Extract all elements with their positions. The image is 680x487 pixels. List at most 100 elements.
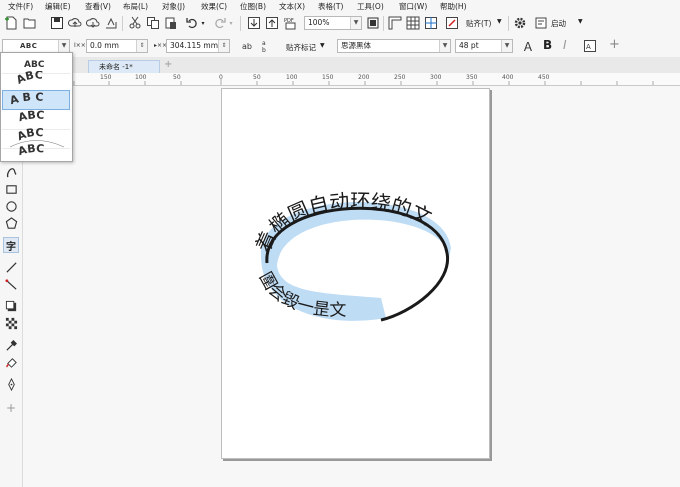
preset-item[interactable]: ABC [2, 142, 70, 162]
undo-dropdown-icon[interactable]: ▾ [199, 15, 207, 31]
options-gear-icon[interactable] [512, 15, 528, 31]
svg-text:ab: ab [242, 42, 252, 51]
preset-item[interactable]: ABC [2, 108, 70, 130]
snap-dropdown-icon[interactable]: ▼ [497, 18, 502, 25]
svg-text:ABC: ABC [16, 142, 44, 158]
paste-icon[interactable] [163, 15, 179, 31]
new-tab-icon[interactable]: + [164, 59, 172, 70]
ruler-label: 250 [394, 74, 406, 81]
menu-view[interactable]: 查看(V) [85, 1, 111, 12]
redo-dropdown-icon[interactable]: ▾ [227, 15, 235, 31]
rectangle-tool-icon[interactable] [3, 181, 19, 197]
snap-marks-dropdown-icon[interactable]: ▼ [320, 42, 325, 49]
menu-edit[interactable]: 编辑(E) [45, 1, 71, 12]
import-icon[interactable] [246, 15, 262, 31]
new-document-icon[interactable] [3, 15, 19, 31]
export-icon[interactable] [264, 15, 280, 31]
snap-to-label[interactable]: 贴齐(T) [466, 18, 491, 29]
text-icon[interactable]: Ａ [522, 38, 534, 55]
snap-marks-label[interactable]: 贴齐标记 [286, 42, 316, 53]
save-icon[interactable] [49, 15, 65, 31]
text-offset-icon: Ⅰ×× [74, 42, 86, 49]
undo-icon[interactable] [184, 15, 200, 31]
svg-text:a: a [262, 40, 266, 47]
add-button[interactable]: + [609, 37, 620, 52]
transparency-tool-icon[interactable] [3, 315, 19, 331]
mirror-horizontal-icon[interactable]: ab [240, 38, 256, 54]
preset-list-select[interactable]: ABC ▼ [2, 39, 70, 53]
cloud-download-icon[interactable] [85, 15, 101, 31]
cut-icon[interactable] [127, 15, 143, 31]
ruler-label: 50 [253, 74, 261, 81]
svg-text:b: b [262, 47, 266, 53]
ruler-label: 400 [502, 74, 514, 81]
character-format-icon[interactable]: A [582, 38, 598, 54]
menu-effects[interactable]: 效果(C) [201, 1, 227, 12]
open-folder-icon[interactable] [22, 15, 38, 31]
eyedropper-tool-icon[interactable] [3, 337, 19, 353]
menu-file[interactable]: 文件(F) [8, 1, 33, 12]
standard-toolbar: ▾ ▾ PDF 100% ▼ 贴齐(T) ▼ 启动 ▼ [0, 13, 680, 36]
menu-tools[interactable]: 工具(O) [357, 1, 384, 12]
line-tool-icon[interactable] [3, 259, 19, 275]
font-family-select[interactable]: 思源黑体 ▼ [337, 39, 451, 53]
drop-shadow-tool-icon[interactable] [3, 298, 19, 314]
distance-from-path-input[interactable]: 304.115 mm ⇕ [166, 39, 230, 53]
rulers-icon[interactable] [387, 15, 403, 31]
cloud-upload-icon[interactable] [67, 15, 83, 31]
toolbox: 字 + [0, 160, 23, 487]
menu-help[interactable]: 帮助(H) [440, 1, 467, 12]
ellipse-tool-icon[interactable] [3, 198, 19, 214]
document-tab-bar: 未命名 -1* + [0, 57, 680, 73]
horizontal-ruler[interactable]: 150 100 50 0 50 100 150 200 250 300 350 … [14, 73, 680, 86]
grid-icon[interactable] [405, 15, 421, 31]
svg-text:A B C: A B C [8, 91, 43, 107]
ruler-label: 450 [538, 74, 550, 81]
menu-object[interactable]: 对象(J) [162, 1, 185, 12]
preset-item-selected[interactable]: A B C [2, 90, 70, 110]
svg-text:A: A [586, 43, 591, 51]
menu-bar: 文件(F) 编辑(E) 查看(V) 布局(L) 对象(J) 效果(C) 位图(B… [0, 0, 680, 14]
redo-icon[interactable] [212, 15, 228, 31]
tab-document[interactable]: 未命名 -1* [88, 60, 160, 73]
ruler-label: 100 [286, 74, 298, 81]
italic-button[interactable]: I [563, 38, 567, 52]
pdf-export-icon[interactable]: PDF [283, 15, 299, 31]
preset-item[interactable]: ABC [2, 68, 70, 92]
text-tool-icon[interactable]: 字 [3, 237, 19, 253]
property-bar: ABC ▼ Ⅰ×× 0.0 mm ⇕ ▸×× 304.115 mm ⇕ ab ab … [0, 35, 680, 58]
menu-text[interactable]: 文本(X) [279, 1, 305, 12]
ruler-label: 100 [135, 74, 147, 81]
copy-icon[interactable] [145, 15, 161, 31]
snap-icon[interactable] [444, 15, 460, 31]
drawing-canvas[interactable]: 着椭圆自动环绕的文 圍会毀一昰文 [22, 86, 680, 487]
svg-text:ABC: ABC [17, 109, 45, 124]
document-page[interactable]: 着椭圆自动环绕的文 圍会毀一昰文 [221, 88, 490, 459]
menu-bitmap[interactable]: 位图(B) [240, 1, 266, 12]
interactive-fill-tool-icon[interactable] [3, 354, 19, 370]
ruler-label: 150 [322, 74, 334, 81]
ruler-label: 300 [430, 74, 442, 81]
menu-window[interactable]: 窗口(W) [399, 1, 427, 12]
full-screen-icon[interactable] [365, 15, 381, 31]
guidelines-icon[interactable] [423, 15, 439, 31]
bold-button[interactable]: B [543, 38, 552, 52]
text-offset-input[interactable]: 0.0 mm ⇕ [86, 39, 148, 53]
ruler-label: 50 [173, 74, 181, 81]
menu-table[interactable]: 表格(T) [318, 1, 343, 12]
font-size-select[interactable]: 48 pt ▼ [455, 39, 513, 53]
launch-icon[interactable] [533, 15, 549, 31]
ruler-label: 350 [466, 74, 478, 81]
freehand-tool-icon[interactable] [3, 164, 19, 180]
add-tool-icon[interactable]: + [6, 401, 16, 415]
mirror-vertical-icon[interactable]: ab [258, 38, 274, 54]
polygon-tool-icon[interactable] [3, 215, 19, 231]
svg-text:ABC: ABC [24, 60, 45, 70]
connector-tool-icon[interactable] [3, 276, 19, 292]
publish-icon[interactable] [103, 15, 119, 31]
zoom-level-select[interactable]: 100% ▼ [304, 16, 362, 30]
launch-label[interactable]: 启动 [551, 18, 566, 29]
menu-layout[interactable]: 布局(L) [123, 1, 148, 12]
outline-pen-tool-icon[interactable] [3, 376, 19, 392]
launch-dropdown-icon[interactable]: ▼ [578, 18, 583, 25]
